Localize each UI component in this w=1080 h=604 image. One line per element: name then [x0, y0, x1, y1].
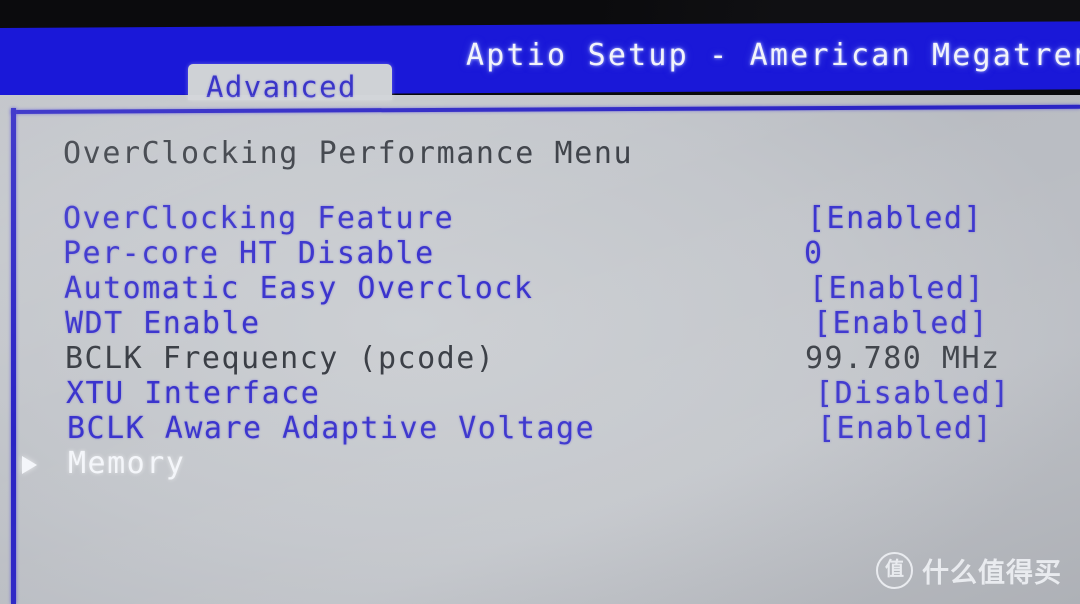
watermark: 值 什么值得买 [876, 551, 1062, 590]
setting-value[interactable]: [Enabled] [807, 202, 983, 236]
settings-list: OverClocking Feature [Enabled] Per-core HT… [0, 0, 1080, 604]
setting-label: Per-core HT Disable [63, 236, 435, 271]
setting-value[interactable]: 99.780 MHz [805, 342, 1001, 376]
setting-row[interactable]: Automatic Easy Overclock [Enabled] [0, 272, 1080, 306]
setting-label: Memory [68, 446, 186, 481]
setting-row[interactable]: Per-core HT Disable 0 [0, 237, 1080, 271]
watermark-logo-icon: 值 [876, 552, 913, 589]
setting-label: OverClocking Feature [63, 201, 455, 236]
bios-screen-photo: Aptio Setup - American Megatrends Advanc… [0, 0, 1080, 604]
setting-label: XTU Interface [66, 376, 321, 411]
setting-label: BCLK Frequency (pcode) [65, 341, 496, 376]
setting-label: WDT Enable [65, 306, 261, 341]
setting-value[interactable]: [Enabled] [817, 412, 993, 446]
setting-value[interactable]: [Enabled] [813, 307, 989, 341]
setting-value[interactable]: [Enabled] [809, 272, 985, 306]
setting-label: BCLK Aware Adaptive Voltage [67, 411, 596, 446]
setting-row[interactable]: BCLK Aware Adaptive Voltage [Enabled] [0, 412, 1080, 446]
setting-value[interactable]: 0 [804, 237, 824, 271]
setting-row[interactable]: OverClocking Feature [Enabled] [0, 202, 1080, 236]
setting-value[interactable]: [Disabled] [815, 377, 1011, 411]
watermark-text: 什么值得买 [922, 558, 1062, 589]
setting-label: Automatic Easy Overclock [64, 271, 534, 306]
setting-row[interactable]: XTU Interface [Disabled] [0, 377, 1080, 411]
submenu-arrow-icon [22, 456, 37, 474]
setting-row[interactable]: Memory [0, 447, 1080, 481]
setting-row[interactable]: WDT Enable [Enabled] [0, 307, 1080, 341]
setting-row[interactable]: BCLK Frequency (pcode) 99.780 MHz [0, 342, 1080, 376]
